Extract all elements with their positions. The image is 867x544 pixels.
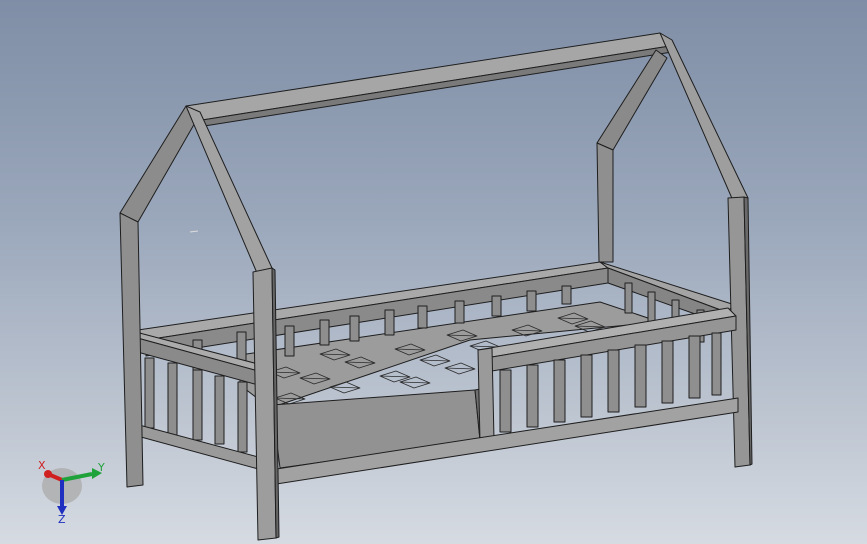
front-roof-left-inner (185, 105, 273, 274)
bed-model[interactable] (0, 0, 867, 544)
graphics-viewport[interactable]: X Y Z (0, 0, 867, 544)
front-guard-post (477, 347, 495, 443)
y-axis-label: Y (98, 461, 105, 474)
front-roof-right (659, 32, 749, 204)
ridge-beam (185, 32, 671, 122)
left-back-post (119, 212, 144, 488)
orientation-triad[interactable]: X Y Z (30, 452, 120, 532)
x-axis-label: X (38, 459, 46, 472)
back-post-left (596, 142, 614, 263)
back-roof-left (596, 49, 668, 151)
z-axis-label: Z (58, 513, 66, 526)
front-roof-left-outer (119, 105, 197, 223)
